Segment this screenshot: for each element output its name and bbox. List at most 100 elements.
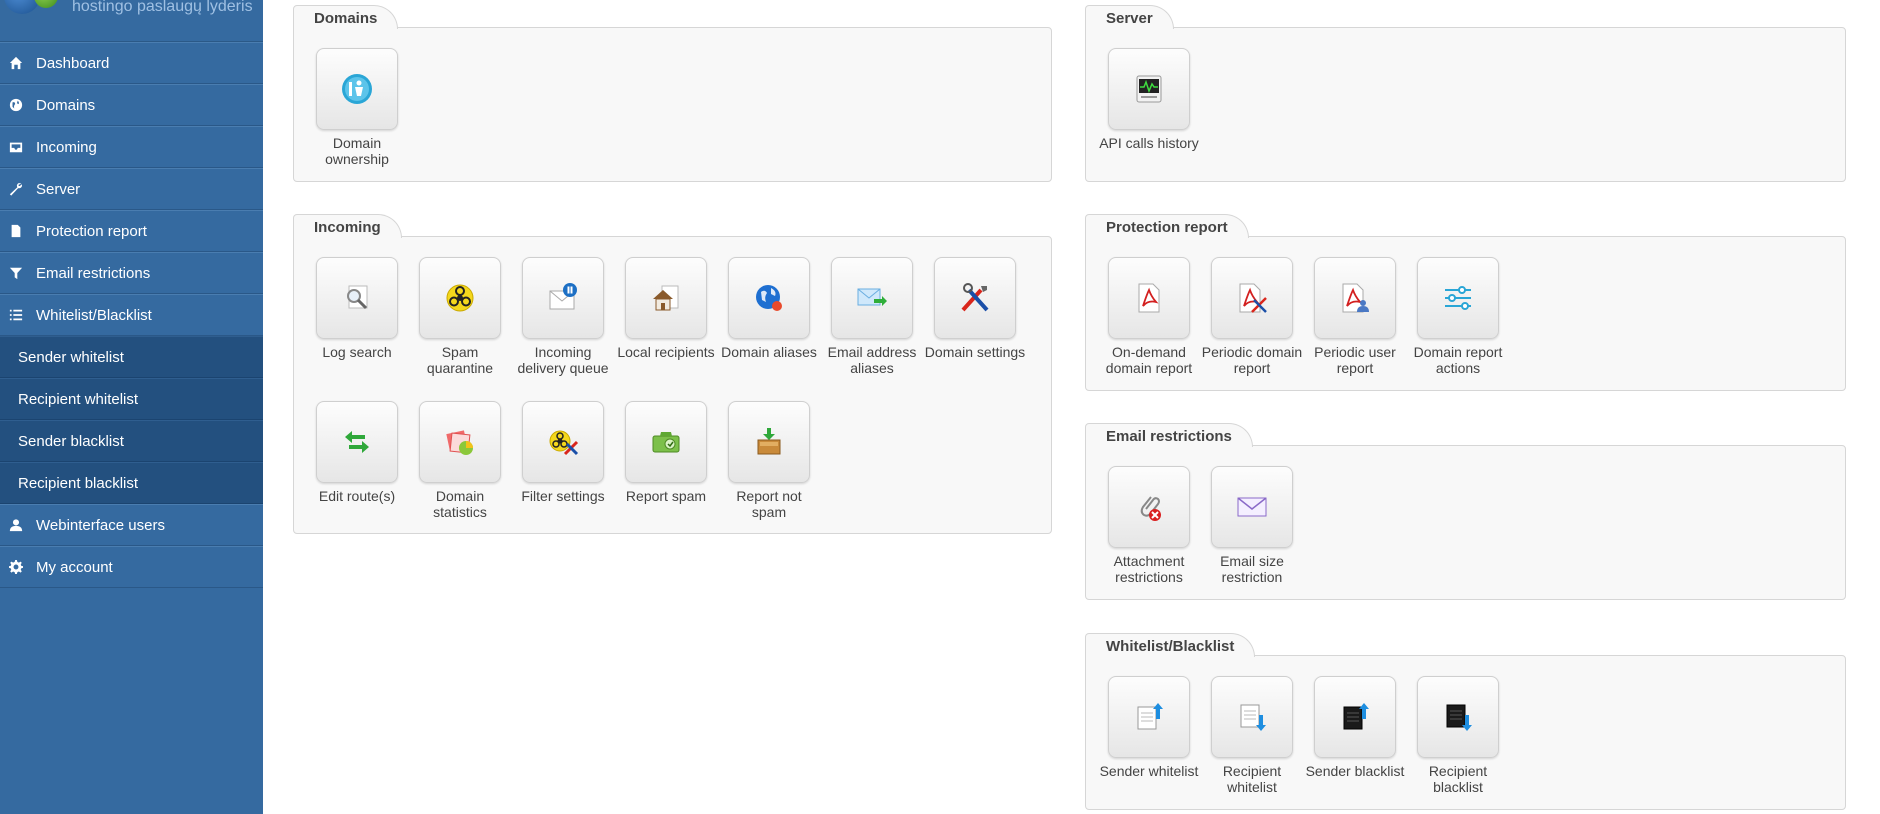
sidebar-item-server[interactable]: Server: [0, 168, 263, 210]
tile-domain-statistics[interactable]: Domain statistics: [409, 401, 511, 520]
tile-label: Log search: [322, 344, 392, 360]
tile-label: Recipient blacklist: [1428, 763, 1488, 795]
tile-recipient-blacklist[interactable]: Recipient blacklist: [1407, 676, 1509, 795]
tile-report-spam[interactable]: Report spam: [615, 401, 717, 504]
list-icon: [8, 307, 24, 323]
statistics-icon: [419, 401, 501, 483]
sidebar-item-webinterface-users[interactable]: Webinterface users: [0, 504, 263, 546]
panel-domains: Domains Domain ownership: [293, 5, 1052, 182]
tile-label: Report not spam: [736, 488, 802, 520]
tile-domain-ownership[interactable]: Domain ownership: [306, 48, 408, 167]
tile-label: On-demand domain report: [1105, 344, 1193, 376]
biohazard-icon: [419, 257, 501, 339]
report-spam-icon: [625, 401, 707, 483]
tile-label: Spam quarantine: [426, 344, 494, 376]
panel-body: Attachment restrictions Email size restr…: [1085, 445, 1846, 600]
sidebar-subitem-recipient-blacklist[interactable]: Recipient blacklist: [0, 462, 263, 504]
sidebar: hostingo paslaugų lyderis Dashboard Doma…: [0, 0, 263, 814]
black-doc-down-icon: [1417, 676, 1499, 758]
tile-attachment-restrictions[interactable]: Attachment restrictions: [1098, 466, 1200, 585]
panel-body: Domain ownership: [293, 27, 1052, 182]
panel-email-restrictions: Email restrictions Attachment restrictio…: [1085, 423, 1846, 600]
panel-incoming: Incoming Log search Spam quarantine Inco…: [293, 214, 1052, 534]
tile-email-size-restriction[interactable]: Email size restriction: [1201, 466, 1303, 585]
tile-label: Email size restriction: [1220, 553, 1284, 585]
route-arrows-icon: [316, 401, 398, 483]
panel-body: Log search Spam quarantine Incoming deli…: [293, 236, 1052, 534]
tile-report-not-spam[interactable]: Report not spam: [718, 401, 820, 520]
wrench-icon: [8, 181, 24, 197]
tile-on-demand-domain-report[interactable]: On-demand domain report: [1098, 257, 1200, 376]
tile-periodic-domain-report[interactable]: Periodic domain report: [1201, 257, 1303, 376]
sidebar-item-label: Server: [36, 180, 81, 198]
sidebar-item-label: Webinterface users: [36, 516, 165, 534]
tools-icon: [934, 257, 1016, 339]
panel-title: Whitelist/Blacklist: [1085, 633, 1256, 657]
tile-filter-settings[interactable]: Filter settings: [512, 401, 614, 504]
tile-label: Edit route(s): [318, 488, 396, 504]
black-doc-up-icon: [1314, 676, 1396, 758]
file-icon: [8, 223, 24, 239]
filter-icon: [8, 265, 24, 281]
envelope-icon: [1211, 466, 1293, 548]
tile-label: Domain ownership: [325, 135, 389, 167]
sidebar-subitem-label: Recipient blacklist: [18, 474, 139, 492]
tile-label: Report spam: [625, 488, 707, 504]
logo-leaf-icon: [34, 0, 58, 8]
sidebar-item-protection-report[interactable]: Protection report: [0, 210, 263, 252]
tile-domain-aliases[interactable]: Domain aliases: [718, 257, 820, 360]
tile-label: Incoming delivery queue: [517, 344, 609, 376]
panel-whitelist-blacklist: Whitelist/Blacklist Sender whitelist Rec…: [1085, 633, 1846, 810]
tile-sender-blacklist[interactable]: Sender blacklist: [1304, 676, 1406, 779]
panel-title: Server: [1085, 5, 1174, 29]
pdf-tools-icon: [1211, 257, 1293, 339]
tile-domain-settings[interactable]: Domain settings: [924, 257, 1026, 360]
doc-down-icon: [1211, 676, 1293, 758]
sidebar-subitem-recipient-whitelist[interactable]: Recipient whitelist: [0, 378, 263, 420]
sidebar-item-my-account[interactable]: My account: [0, 546, 263, 588]
panel-title: Incoming: [293, 214, 402, 238]
tile-label: Sender blacklist: [1305, 763, 1405, 779]
logo-mark-icon: [4, 0, 40, 14]
magnifier-icon: [316, 257, 398, 339]
sidebar-item-whitelist-blacklist[interactable]: Whitelist/Blacklist: [0, 294, 263, 336]
globe-icon: [728, 257, 810, 339]
tile-label: API calls history: [1099, 135, 1199, 151]
pdf-user-icon: [1314, 257, 1396, 339]
sidebar-item-dashboard[interactable]: Dashboard: [0, 42, 263, 84]
sliders-icon: [1417, 257, 1499, 339]
tile-spam-quarantine[interactable]: Spam quarantine: [409, 257, 511, 376]
tile-periodic-user-report[interactable]: Periodic user report: [1304, 257, 1406, 376]
tile-api-calls-history[interactable]: API calls history: [1098, 48, 1200, 151]
tile-recipient-whitelist[interactable]: Recipient whitelist: [1201, 676, 1303, 795]
sidebar-item-incoming[interactable]: Incoming: [0, 126, 263, 168]
sidebar-subitem-sender-whitelist[interactable]: Sender whitelist: [0, 336, 263, 378]
tile-label: Domain settings: [924, 344, 1026, 360]
tile-label: Email address aliases: [827, 344, 917, 376]
sidebar-item-domains[interactable]: Domains: [0, 84, 263, 126]
globe-icon: [8, 97, 24, 113]
panel-server: Server API calls history: [1085, 5, 1846, 182]
tile-label: Periodic domain report: [1201, 344, 1303, 376]
panel-protection-report: Protection report On-demand domain repor…: [1085, 214, 1846, 391]
tile-log-search[interactable]: Log search: [306, 257, 408, 360]
sidebar-item-label: Protection report: [36, 222, 147, 240]
sidebar-subitem-label: Sender whitelist: [18, 348, 124, 366]
brand-tagline: hostingo paslaugų lyderis: [72, 0, 253, 15]
sidebar-item-email-restrictions[interactable]: Email restrictions: [0, 252, 263, 294]
tile-domain-report-actions[interactable]: Domain report actions: [1407, 257, 1509, 376]
tile-edit-routes[interactable]: Edit route(s): [306, 401, 408, 504]
doc-up-icon: [1108, 676, 1190, 758]
sidebar-item-label: Email restrictions: [36, 264, 151, 282]
sidebar-subitem-sender-blacklist[interactable]: Sender blacklist: [0, 420, 263, 462]
mail-queue-icon: [522, 257, 604, 339]
tile-incoming-delivery-queue[interactable]: Incoming delivery queue: [512, 257, 614, 376]
tile-label: Attachment restrictions: [1113, 553, 1185, 585]
domain-ownership-icon: [316, 48, 398, 130]
panel-title: Domains: [293, 5, 399, 29]
tile-sender-whitelist[interactable]: Sender whitelist: [1098, 676, 1200, 779]
tile-local-recipients[interactable]: Local recipients: [615, 257, 717, 360]
tile-email-address-aliases[interactable]: Email address aliases: [821, 257, 923, 376]
user-icon: [8, 517, 24, 533]
tile-label: Recipient whitelist: [1222, 763, 1282, 795]
